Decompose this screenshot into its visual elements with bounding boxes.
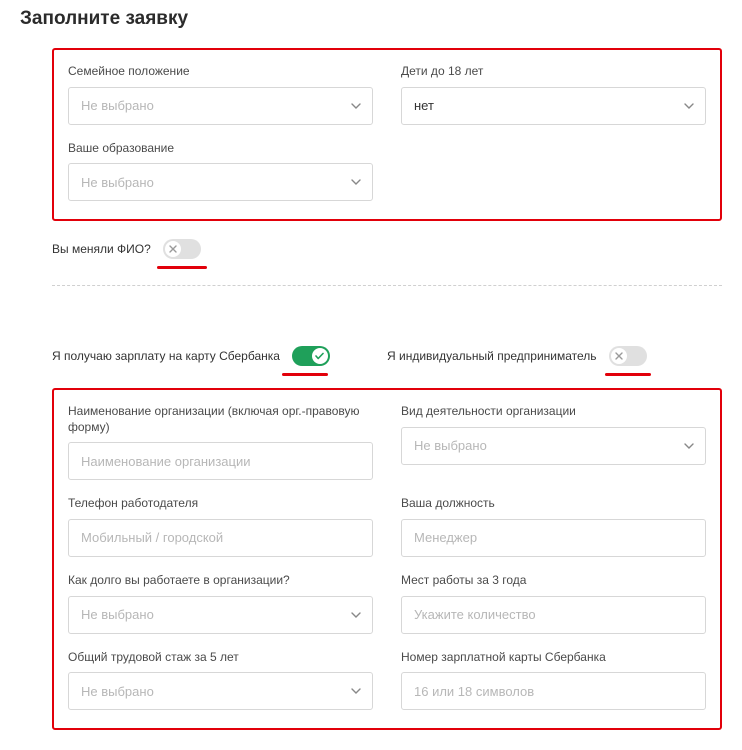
employer-phone-input[interactable]	[68, 519, 373, 557]
tenure-label: Как долго вы работаете в организации?	[68, 573, 373, 589]
name-changed-toggle[interactable]	[163, 239, 201, 259]
annotation-underline	[605, 373, 651, 376]
position-input[interactable]	[401, 519, 706, 557]
toggle-knob	[165, 241, 181, 257]
totalexp-value: Не выбрано	[68, 672, 373, 710]
children-label: Дети до 18 лет	[401, 64, 706, 80]
check-icon	[315, 352, 324, 360]
entrepreneur-label: Я индивидуальный предприниматель	[387, 349, 597, 363]
totalexp-label: Общий трудовой стаж за 5 лет	[68, 650, 373, 666]
sber-salary-label: Я получаю зарплату на карту Сбербанка	[52, 349, 280, 363]
jobs3y-input[interactable]	[401, 596, 706, 634]
org-name-input[interactable]	[68, 442, 373, 480]
activity-type-label: Вид деятельности организации	[401, 404, 706, 420]
employment-section: Наименование организации (включая орг.-п…	[52, 388, 722, 730]
toggle-knob	[611, 348, 627, 364]
toggle-knob	[312, 348, 328, 364]
education-label: Ваше образование	[68, 141, 373, 157]
totalexp-select[interactable]: Не выбрано	[68, 672, 373, 710]
education-select[interactable]: Не выбрано	[68, 163, 373, 201]
divider	[52, 285, 722, 286]
marital-status-label: Семейное положение	[68, 64, 373, 80]
children-value: нет	[401, 87, 706, 125]
entrepreneur-toggle[interactable]	[609, 346, 647, 366]
tenure-value: Не выбрано	[68, 596, 373, 634]
org-name-label: Наименование организации (включая орг.-п…	[68, 404, 373, 435]
employer-phone-label: Телефон работодателя	[68, 496, 373, 512]
activity-type-value: Не выбрано	[401, 427, 706, 465]
jobs3y-label: Мест работы за 3 года	[401, 573, 706, 589]
personal-section: Семейное положение Не выбрано Дети до 18…	[52, 48, 722, 221]
marital-status-select[interactable]: Не выбрано	[68, 87, 373, 125]
sber-salary-toggle[interactable]	[292, 346, 330, 366]
position-label: Ваша должность	[401, 496, 706, 512]
page-title: Заполните заявку	[20, 8, 722, 30]
annotation-underline	[282, 373, 328, 376]
children-select[interactable]: нет	[401, 87, 706, 125]
x-icon	[169, 245, 177, 253]
name-changed-label: Вы меняли ФИО?	[52, 242, 151, 256]
activity-type-select[interactable]: Не выбрано	[401, 427, 706, 465]
x-icon	[615, 352, 623, 360]
sbercard-label: Номер зарплатной карты Сбербанка	[401, 650, 706, 666]
marital-status-value: Не выбрано	[68, 87, 373, 125]
annotation-underline	[157, 266, 207, 269]
education-value: Не выбрано	[68, 163, 373, 201]
tenure-select[interactable]: Не выбрано	[68, 596, 373, 634]
sbercard-input[interactable]	[401, 672, 706, 710]
